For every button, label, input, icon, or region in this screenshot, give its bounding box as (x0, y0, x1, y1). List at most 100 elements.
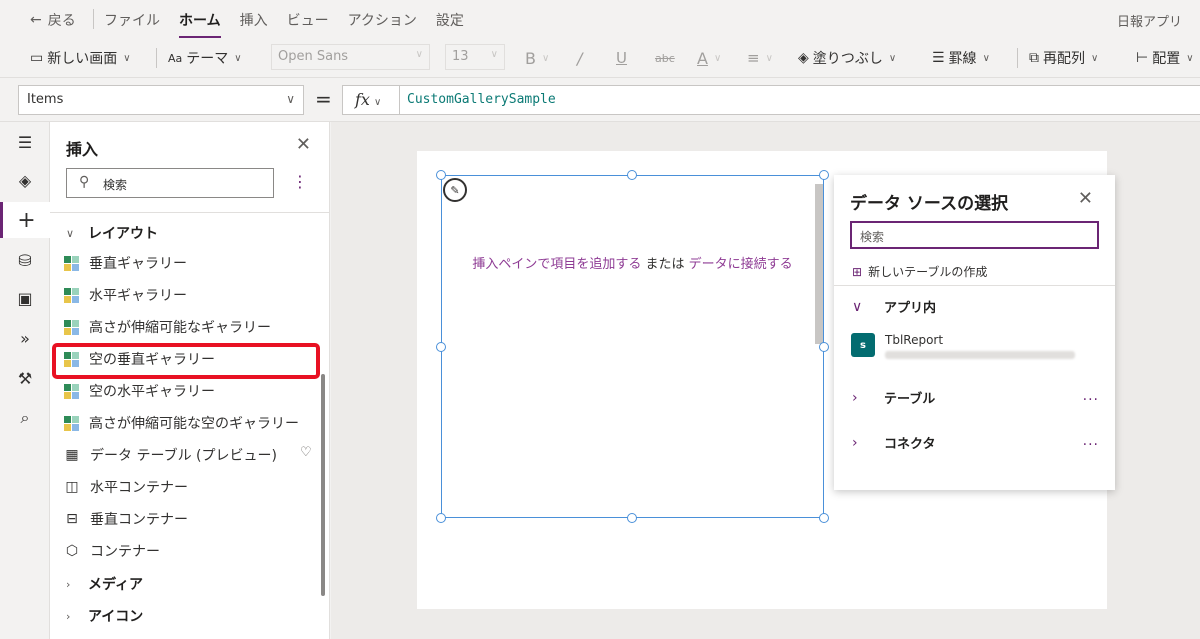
resize-handle[interactable] (436, 513, 446, 523)
blurred-source-url (885, 351, 1075, 359)
insert-search-input[interactable]: ⚲ 検索 (66, 168, 274, 198)
resize-handle[interactable] (627, 513, 637, 523)
chevron-down-icon: ∨ (286, 92, 295, 106)
insert-item-label: 水平ギャラリー (89, 288, 187, 304)
menu-home[interactable]: ホーム (179, 10, 221, 39)
highlight-box (52, 343, 320, 379)
group-tables[interactable]: › テーブル (852, 388, 935, 408)
group-layout[interactable]: ∨ レイアウト (66, 223, 158, 243)
edit-pencil-icon[interactable]: ✎ (443, 178, 467, 202)
fx-icon: fx (355, 90, 370, 109)
data-source-item[interactable]: s TblReport (851, 333, 1075, 359)
group-icons[interactable]: › アイコン (66, 606, 143, 626)
chevron-right-icon: › (66, 577, 71, 591)
reorder-icon: ⧉ (1029, 50, 1039, 66)
chevron-down-icon: ∨ (234, 52, 242, 64)
group-icons-label: アイコン (88, 609, 144, 625)
text-align-button[interactable]: ≡ ∨ (747, 46, 773, 70)
font-color-icon: A (697, 48, 708, 68)
ribbon-toolbar: ▭ 新しい画面 ∨ Aa テーマ ∨ Open Sans ∨ 13 ∨ B ∨ … (0, 38, 1200, 78)
insert-item-blank-horizontal-gallery[interactable]: 空の水平ギャラリー (62, 376, 312, 406)
font-size-select[interactable]: 13 ∨ (445, 44, 505, 70)
insert-item-container[interactable]: ⬡ コンテナー (62, 536, 312, 566)
panel-divider (50, 212, 330, 213)
group-layout-label: レイアウト (88, 226, 158, 242)
underline-button[interactable]: U (616, 46, 627, 70)
fill-button[interactable]: ◈ 塗りつぶし ∨ (798, 46, 896, 70)
menu-file[interactable]: ファイル (104, 10, 160, 30)
menu-insert[interactable]: 挿入 (240, 10, 268, 30)
back-button[interactable]: ← 戻る (30, 10, 76, 30)
resize-handle[interactable] (627, 170, 637, 180)
insert-panel: 挿入 ✕ ⚲ 検索 ⋮ ∨ レイアウト 垂直ギャラリー 水平ギャラリー 高さが伸… (50, 122, 330, 639)
media-icon[interactable]: ▣ (0, 280, 50, 316)
insert-panel-scrollbar[interactable] (321, 374, 325, 596)
menu-settings[interactable]: 設定 (436, 10, 464, 30)
theme-icon: Aa (168, 51, 183, 65)
group-media-label: メディア (88, 577, 144, 593)
fx-button[interactable]: fx ∨ (342, 85, 400, 115)
data-source-search-input[interactable]: 検索 (850, 221, 1099, 249)
new-screen-button[interactable]: ▭ 新しい画面 ∨ (30, 46, 131, 70)
insert-item-label: 空の水平ギャラリー (89, 384, 215, 400)
group-connectors[interactable]: › コネクタ (852, 433, 935, 453)
resize-handle[interactable] (819, 342, 829, 352)
chevron-down-icon: ∨ (982, 52, 990, 64)
resize-handle[interactable] (819, 513, 829, 523)
flyout-divider (834, 285, 1115, 286)
font-color-button[interactable]: A ∨ (697, 46, 721, 70)
border-button[interactable]: ☰ 罫線 ∨ (932, 46, 990, 70)
insert-item-horizontal-container[interactable]: ◫ 水平コンテナー (62, 472, 312, 502)
connect-data-link[interactable]: データに接続する (689, 257, 793, 272)
reorder-button[interactable]: ⧉ 再配列 ∨ (1029, 46, 1098, 70)
insert-item-vertical-gallery[interactable]: 垂直ギャラリー (62, 248, 312, 278)
new-table-icon: ⊞ (852, 264, 863, 279)
menu-action[interactable]: アクション (348, 10, 417, 30)
more-options-icon[interactable]: ⋮ (292, 172, 308, 191)
menu-view[interactable]: ビュー (287, 10, 329, 30)
create-table-button[interactable]: ⊞ 新しいテーブルの作成 (852, 263, 987, 280)
bold-button[interactable]: B ∨ (525, 46, 549, 70)
property-select[interactable]: Items ∨ (18, 85, 304, 115)
resize-handle[interactable] (436, 342, 446, 352)
gallery-empty-prompt: 挿入ペインで項目を追加する または データに接続する (441, 253, 824, 272)
group-media[interactable]: › メディア (66, 574, 143, 594)
chevron-down-icon: ∨ (66, 226, 75, 240)
resize-handle[interactable] (819, 170, 829, 180)
gallery-control[interactable] (441, 175, 824, 518)
close-icon[interactable]: ✕ (1078, 188, 1093, 209)
font-family-select[interactable]: Open Sans ∨ (271, 44, 430, 70)
chevron-down-icon: ∨ (888, 52, 897, 64)
toolbar-separator (1017, 48, 1018, 68)
insert-item-horizontal-gallery[interactable]: 水平ギャラリー (62, 280, 312, 310)
tables-more-icon[interactable]: ... (1083, 388, 1099, 404)
formula-input[interactable]: CustomGallerySample (399, 85, 1200, 115)
align-button[interactable]: ⊢ 配置 ∨ (1136, 46, 1194, 70)
italic-button[interactable]: / (577, 46, 582, 70)
chevron-down-icon: ∨ (852, 298, 863, 315)
search-icon[interactable]: ⌕ (0, 400, 50, 436)
theme-button[interactable]: Aa テーマ ∨ (168, 46, 242, 70)
insert-item-vertical-container[interactable]: ⊟ 垂直コンテナー (62, 504, 312, 534)
group-in-app[interactable]: ∨ アプリ内 (852, 297, 936, 317)
resize-handle[interactable] (436, 170, 446, 180)
data-source-name: TblReport (885, 333, 944, 347)
insert-item-label: 垂直コンテナー (90, 512, 188, 528)
data-icon[interactable]: ⛁ (0, 242, 50, 278)
chevron-down-icon: ∨ (1091, 52, 1099, 64)
tools-icon[interactable]: ⚒ (0, 360, 50, 396)
insert-item-blank-flexible-height-gallery[interactable]: 高さが伸縮可能な空のギャラリー (62, 408, 312, 438)
data-source-title: データ ソースの選択 (850, 194, 1009, 214)
data-source-search-placeholder: 検索 (860, 230, 885, 244)
tree-view-icon[interactable]: ◈ (0, 162, 50, 198)
strikethrough-button[interactable]: abc (655, 46, 675, 70)
insert-plus-icon[interactable]: + (0, 202, 50, 238)
connectors-more-icon[interactable]: ... (1083, 433, 1099, 449)
insert-item-flexible-height-gallery[interactable]: 高さが伸縮可能なギャラリー (62, 312, 312, 342)
power-automate-icon[interactable]: » (0, 320, 50, 356)
add-items-link[interactable]: 挿入ペインで項目を追加する (472, 257, 641, 272)
insert-item-data-table[interactable]: ▦ データ テーブル (プレビュー) (62, 440, 312, 470)
hamburger-menu-icon[interactable]: ☰ (0, 124, 50, 160)
close-icon[interactable]: ✕ (296, 134, 311, 155)
search-icon: ⚲ (79, 174, 90, 190)
